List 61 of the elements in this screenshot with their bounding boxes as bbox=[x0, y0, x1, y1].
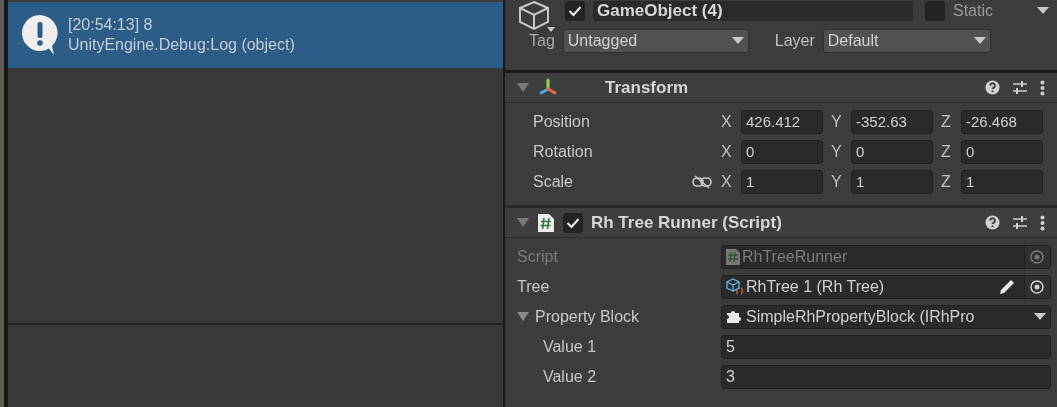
axis-label: X bbox=[721, 172, 733, 192]
field-label: Tree bbox=[517, 277, 550, 297]
enabled-checkbox[interactable] bbox=[563, 212, 583, 233]
axis-label: Z bbox=[941, 142, 952, 162]
tag-dropdown[interactable]: Untagged bbox=[562, 29, 749, 53]
log-entry[interactable]: [20:54:13] 8 UnityEngine.Debug:Log (object) bbox=[7, 2, 503, 68]
text-field[interactable]: 3 bbox=[721, 365, 1051, 389]
name-field[interactable]: GameObject (4) bbox=[593, 1, 913, 21]
field-label: Rotation bbox=[533, 142, 594, 162]
type-dropdown[interactable]: SimpleRhPropertyBlock (IRhPro bbox=[721, 305, 1051, 329]
caret-icon bbox=[1034, 313, 1046, 321]
field-label: Position bbox=[533, 112, 591, 132]
puzzle-piece-icon bbox=[726, 310, 742, 324]
collapse-triangle-icon[interactable] bbox=[517, 217, 529, 228]
unlinked-chain-icon[interactable] bbox=[692, 175, 712, 189]
settings-sliders-icon[interactable] bbox=[1012, 79, 1028, 96]
log-stack-trace: UnityEngine.Debug:Log (object) bbox=[67, 35, 295, 55]
field-label: Value 1 bbox=[543, 337, 597, 357]
axis-label: X bbox=[721, 112, 733, 132]
number-field[interactable]: 1 bbox=[741, 170, 823, 194]
number-field[interactable]: 426.412 bbox=[741, 110, 823, 134]
number-field[interactable]: 0 bbox=[741, 140, 823, 164]
layer-dropdown[interactable]: Default bbox=[822, 29, 991, 53]
number-field[interactable]: 0 bbox=[961, 140, 1043, 164]
collapse-triangle-icon[interactable] bbox=[517, 82, 529, 93]
field-label: Script bbox=[517, 247, 558, 267]
number-field[interactable]: 1 bbox=[851, 170, 933, 194]
more-options-icon[interactable] bbox=[1040, 79, 1045, 96]
component-title: Transform bbox=[605, 76, 689, 99]
number-field[interactable]: -26.468 bbox=[961, 110, 1043, 134]
help-icon[interactable] bbox=[985, 80, 1000, 95]
number-field[interactable]: 0 bbox=[851, 140, 933, 164]
static-label: Static bbox=[953, 1, 993, 21]
axis-label: X bbox=[721, 142, 733, 162]
settings-sliders-icon[interactable] bbox=[1012, 214, 1028, 231]
tag-label: Tag bbox=[529, 31, 555, 51]
axis-label: Z bbox=[941, 112, 952, 132]
axis-label: Y bbox=[831, 142, 843, 162]
more-options-icon[interactable] bbox=[1040, 214, 1045, 231]
caret-icon bbox=[731, 37, 744, 45]
number-field[interactable]: -352.63 bbox=[851, 110, 933, 134]
number-field[interactable]: 1 bbox=[961, 170, 1043, 194]
field-label: Scale bbox=[533, 172, 574, 192]
cube-icon[interactable] bbox=[517, 0, 557, 34]
axis-label: Z bbox=[941, 172, 952, 192]
script-file-icon bbox=[537, 212, 555, 233]
text-field[interactable]: 5 bbox=[721, 335, 1051, 359]
help-icon[interactable] bbox=[985, 215, 1000, 230]
caret-icon bbox=[973, 37, 986, 45]
static-checkbox[interactable] bbox=[925, 1, 945, 21]
collapse-triangle-icon[interactable] bbox=[517, 312, 529, 322]
component-title: Rh Tree Runner (Script) bbox=[591, 211, 782, 234]
layer-label: Layer bbox=[774, 31, 815, 51]
log-message: [20:54:13] 8 bbox=[67, 15, 154, 35]
field-label: Value 2 bbox=[543, 367, 597, 387]
field-label: Property Block bbox=[535, 307, 640, 327]
axis-label: Y bbox=[831, 172, 843, 192]
active-checkbox[interactable] bbox=[565, 1, 585, 21]
axis-label: Y bbox=[831, 112, 843, 132]
warning-bubble-icon bbox=[19, 13, 60, 57]
caret-icon[interactable] bbox=[1037, 7, 1049, 15]
